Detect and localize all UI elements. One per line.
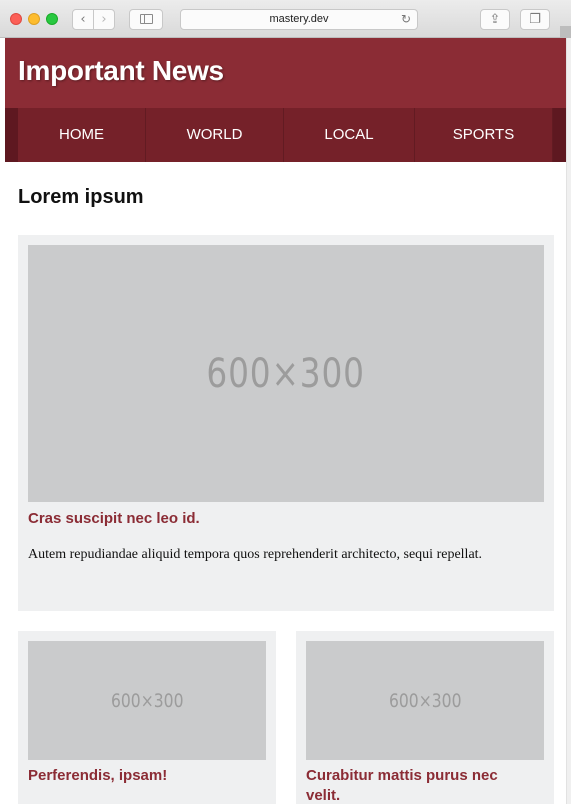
zoom-window-button[interactable] <box>46 13 58 25</box>
nav-edge-left <box>5 108 18 162</box>
site-title[interactable]: Important News <box>18 55 224 87</box>
article-card[interactable]: 600×300 Curabitur mattis purus nec velit… <box>296 631 554 804</box>
feature-image-placeholder: 600×300 <box>28 245 544 502</box>
placeholder-label: 600×300 <box>388 689 462 712</box>
share-icon: ⇪ <box>489 12 501 27</box>
tabs-icon: ❐ <box>529 12 541 27</box>
address-bar[interactable]: mastery.dev ↻ <box>180 9 418 30</box>
chevron-right-icon: › <box>101 12 107 27</box>
feature-article-title[interactable]: Cras suscipit nec leo id. <box>28 509 200 529</box>
main-nav: HOME WORLD LOCAL SPORTS <box>5 108 566 162</box>
nav-item-home[interactable]: HOME <box>18 108 146 162</box>
reload-icon[interactable]: ↻ <box>401 10 411 29</box>
nav-item-sports[interactable]: SPORTS <box>415 108 553 162</box>
close-window-button[interactable] <box>10 13 22 25</box>
sidebar-icon <box>139 14 153 24</box>
placeholder-label: 600×300 <box>110 689 184 712</box>
feature-article-card[interactable]: 600×300 Cras suscipit nec leo id. Autem … <box>18 235 554 611</box>
article-card[interactable]: 600×300 Perferendis, ipsam! <box>18 631 276 804</box>
article-image-placeholder: 600×300 <box>28 641 266 760</box>
window-edge <box>560 26 571 38</box>
nav-item-local[interactable]: LOCAL <box>284 108 415 162</box>
scrollbar[interactable] <box>566 38 571 804</box>
article-image-placeholder: 600×300 <box>306 641 544 760</box>
sidebar-toggle-button[interactable] <box>129 9 163 30</box>
article-title[interactable]: Curabitur mattis purus nec velit. <box>306 766 536 804</box>
back-button[interactable]: ‹ <box>72 9 94 30</box>
section-heading: Lorem ipsum <box>18 186 144 208</box>
tabs-overview-button[interactable]: ❐ <box>520 9 550 30</box>
chevron-left-icon: ‹ <box>80 12 86 27</box>
forward-button[interactable]: › <box>93 9 115 30</box>
browser-toolbar: ‹ › mastery.dev ↻ ⇪ ❐ <box>0 0 571 38</box>
share-button[interactable]: ⇪ <box>480 9 510 30</box>
site-header: Important News <box>5 38 566 108</box>
url-text: mastery.dev <box>269 13 329 25</box>
feature-article-text: Autem repudiandae aliquid tempora quos r… <box>28 547 483 562</box>
nav-edge-right <box>553 108 566 162</box>
placeholder-label: 600×300 <box>206 350 366 397</box>
minimize-window-button[interactable] <box>28 13 40 25</box>
article-title[interactable]: Perferendis, ipsam! <box>28 766 258 786</box>
nav-item-world[interactable]: WORLD <box>146 108 284 162</box>
